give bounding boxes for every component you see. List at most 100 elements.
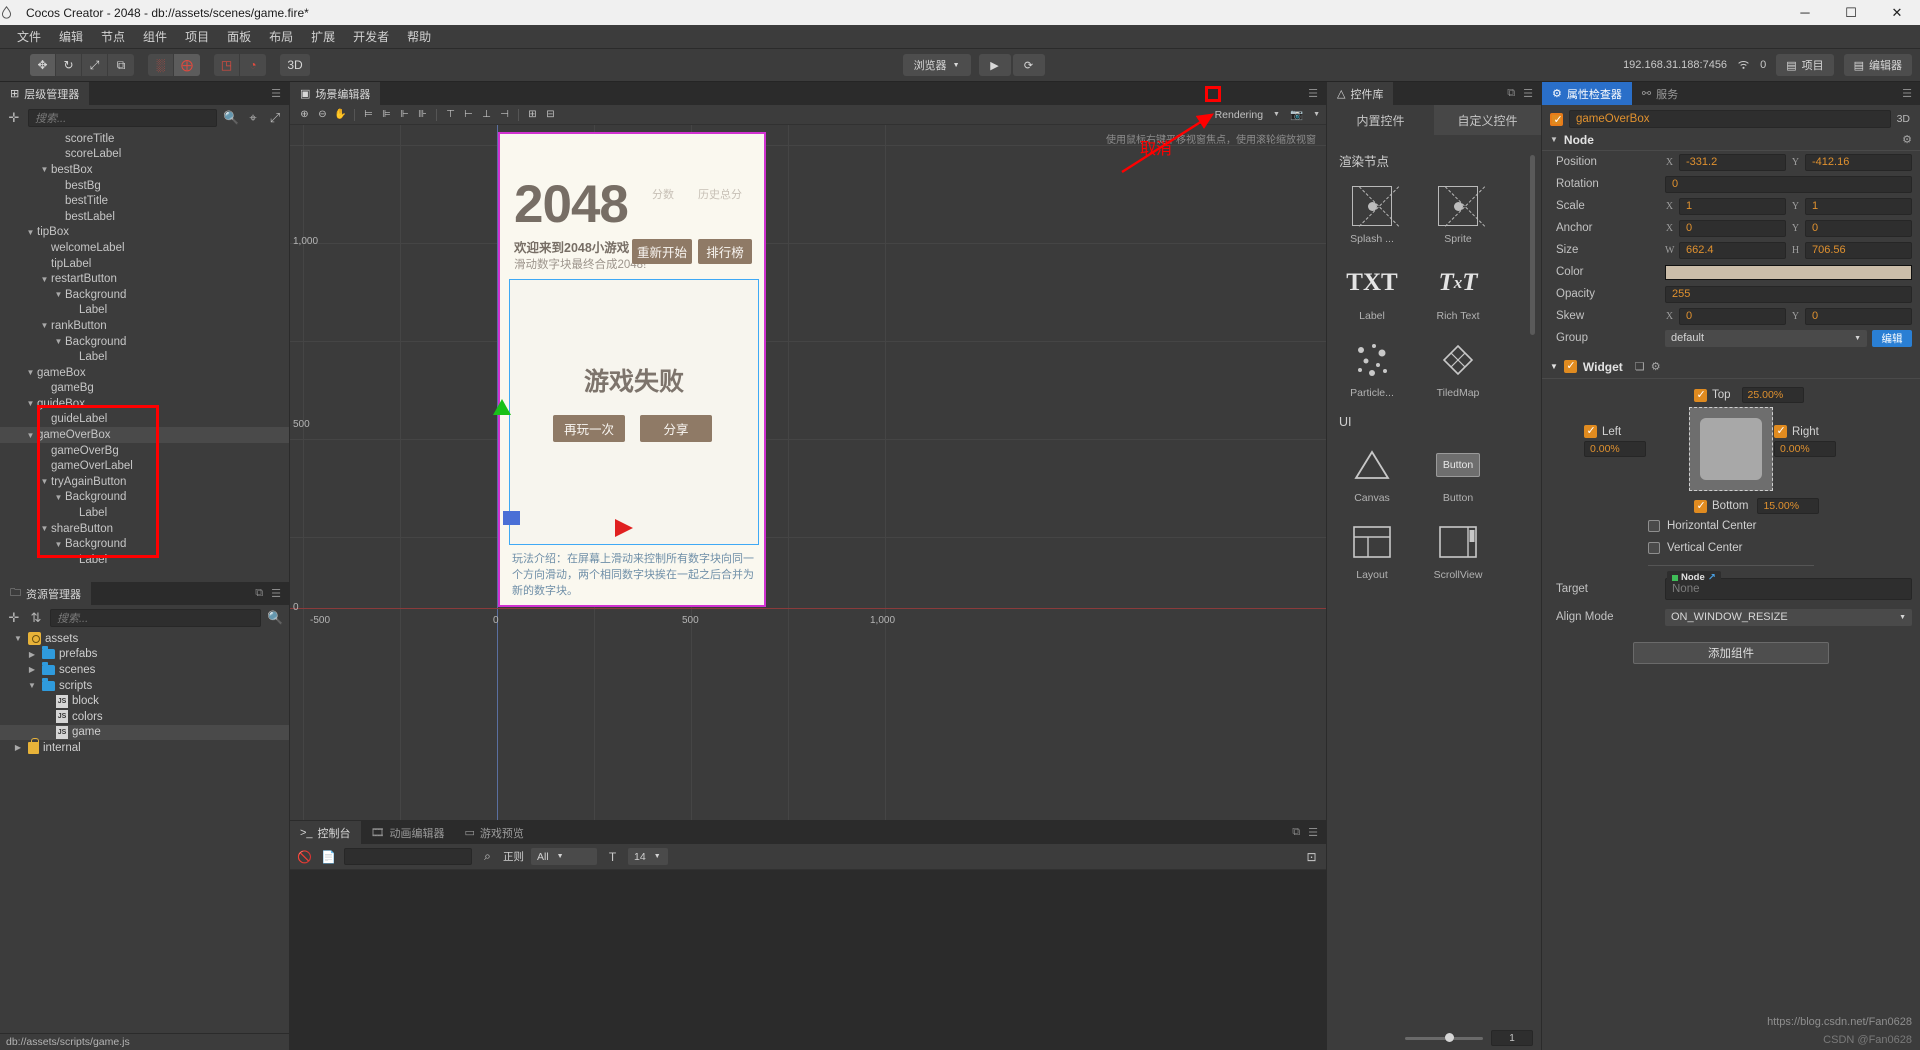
asset-item-assets[interactable]: ▼ assets (0, 631, 289, 647)
rank-button[interactable]: 排行榜 (698, 239, 752, 264)
game-board[interactable]: 游戏失败 再玩一次 分享 (509, 279, 759, 545)
library-item-particle[interactable]: Particle... (1339, 338, 1405, 399)
gear-icon[interactable]: ⚙ (1651, 360, 1661, 373)
rendering-label[interactable]: Rendering (1215, 109, 1263, 121)
widget-enabled-checkbox[interactable] (1563, 359, 1577, 373)
chevron-down-icon[interactable]: ▼ (52, 337, 65, 346)
play-button[interactable]: ▶ (978, 54, 1011, 76)
hamburger-icon[interactable]: ☰ (271, 87, 281, 100)
rect-tool-icon[interactable]: ⧉ (108, 54, 134, 76)
snap-v-icon[interactable]: ⊟ (542, 107, 559, 123)
library-item-splash[interactable]: Splash ... (1339, 184, 1405, 245)
group-edit-button[interactable]: 编辑 (1872, 329, 1912, 347)
chevron-down-icon[interactable]: ▼ (24, 368, 37, 377)
assets-tree[interactable]: ▼ assets ▶ prefabs ▶ scenes ▼ scripts JS block JS c… (0, 631, 289, 1033)
minimize-button[interactable]: ─ (1782, 0, 1828, 25)
scale-x-input[interactable]: 1 (1679, 197, 1786, 215)
asset-item-internal[interactable]: ▶ internal (0, 737, 289, 756)
chevron-down-icon[interactable]: ▼ (24, 431, 37, 440)
tab-builtin-widgets[interactable]: 内置控件 (1327, 105, 1434, 135)
hierarchy-node-background[interactable]: ▼ Background (0, 490, 289, 506)
project-button[interactable]: ▤ 项目 (1776, 54, 1834, 76)
library-scrollbar[interactable] (1530, 155, 1535, 335)
hierarchy-node-bestlabel[interactable]: bestLabel (0, 209, 289, 225)
widget-vertical-center-row[interactable]: Vertical Center (1542, 537, 1920, 559)
distribute-v-icon[interactable]: ⊣ (496, 107, 513, 123)
chevron-down-icon[interactable]: ▼ (38, 165, 51, 174)
asset-item-prefabs[interactable]: ▶ prefabs (0, 646, 289, 663)
widget-top-checkbox[interactable] (1694, 388, 1707, 402)
move-right-handle[interactable] (615, 519, 633, 537)
align-mode-select[interactable]: ON_WINDOW_RESIZE ▼ (1665, 608, 1912, 626)
align-center-v-icon[interactable]: ⊢ (460, 107, 477, 123)
hamburger-icon[interactable]: ☰ (271, 587, 281, 600)
add-component-button[interactable]: 添加组件 (1633, 642, 1829, 664)
menu-item-file[interactable]: 文件 (8, 25, 50, 49)
library-item-label[interactable]: TXT Label (1339, 261, 1405, 322)
hierarchy-node-gamebox[interactable]: ▼ gameBox (0, 365, 289, 381)
menu-item-developer[interactable]: 开发者 (344, 25, 398, 49)
position-y-input[interactable]: -412.16 (1805, 153, 1912, 171)
tab-game-preview[interactable]: ▭ 游戏预览 (454, 821, 534, 844)
preview-target-select[interactable]: 浏览器 ▼ (902, 54, 971, 76)
node-name-field[interactable]: gameOverBox (1569, 110, 1891, 128)
group-select[interactable]: default ▼ (1665, 329, 1867, 347)
widget-right-input[interactable]: 0.00% (1774, 441, 1836, 457)
hierarchy-node-scoretitle[interactable]: scoreTitle (0, 131, 289, 147)
hierarchy-node-gameoverbox[interactable]: ▼ gameOverBox (0, 427, 289, 443)
anchor-x-input[interactable]: 0 (1679, 219, 1786, 237)
menu-item-edit[interactable]: 编辑 (50, 25, 92, 49)
hierarchy-node-gameoverlabel[interactable]: gameOverLabel (0, 458, 289, 474)
tab-widget-library[interactable]: △ 控件库 (1327, 82, 1394, 105)
regex-icon[interactable]: ⌕ (479, 848, 496, 865)
dock-icon[interactable]: ⧉ (1292, 826, 1300, 839)
chevron-right-icon[interactable]: ▶ (12, 743, 24, 752)
assets-search-input[interactable]: 搜索... (50, 609, 261, 627)
widget-bottom-input[interactable]: 15.00% (1757, 498, 1820, 514)
size-width-input[interactable]: 662.4 (1679, 241, 1786, 259)
zoom-out-icon[interactable]: ⊖ (314, 107, 331, 123)
hierarchy-node-rankbutton[interactable]: ▼ rankButton (0, 318, 289, 334)
library-item-button[interactable]: Button Button (1425, 443, 1491, 504)
close-button[interactable]: ✕ (1874, 0, 1920, 25)
move-tool-icon[interactable]: ✥ (30, 54, 56, 76)
widget-right-checkbox[interactable] (1774, 424, 1787, 438)
maximize-button[interactable]: ☐ (1828, 0, 1874, 25)
tab-inspector[interactable]: ⚙ 属性检查器 (1542, 82, 1632, 105)
tab-animation-editor[interactable]: 🎞 动画编辑器 (360, 821, 455, 844)
menu-item-panel[interactable]: 面板 (218, 25, 260, 49)
chevron-right-icon[interactable]: ▶ (26, 665, 38, 674)
camera-icon[interactable]: 📷 (1290, 108, 1303, 121)
chevron-down-icon[interactable]: ▼ (52, 540, 65, 549)
skew-y-input[interactable]: 0 (1805, 307, 1912, 325)
node-section-header[interactable]: ▼ Node ⚙ (1542, 129, 1920, 151)
position-x-input[interactable]: -331.2 (1679, 153, 1786, 171)
asset-item-colors[interactable]: JS colors (0, 709, 289, 725)
dock-icon[interactable]: ⧉ (1507, 87, 1515, 100)
hierarchy-node-bestbg[interactable]: bestBg (0, 178, 289, 194)
chevron-right-icon[interactable]: ▶ (26, 650, 38, 659)
vertical-center-checkbox[interactable] (1648, 542, 1660, 554)
asset-item-game[interactable]: JS game (0, 724, 289, 741)
chevron-down-icon[interactable]: ▼ (12, 634, 24, 643)
menu-item-component[interactable]: 组件 (134, 25, 176, 49)
tab-custom-widgets[interactable]: 自定义控件 (1434, 105, 1541, 135)
hand-icon[interactable]: ✋ (332, 107, 349, 123)
console-search-input[interactable] (344, 848, 472, 865)
hierarchy-node-label[interactable]: Label (0, 505, 289, 521)
file-icon[interactable]: 📄 (320, 848, 337, 865)
copy-icon[interactable]: ❏ (1635, 360, 1645, 373)
tab-assets[interactable]: 🗀 资源管理器 (0, 582, 91, 605)
hamburger-icon[interactable]: ☰ (1902, 87, 1912, 100)
move-xy-handle[interactable] (503, 511, 520, 525)
plus-icon[interactable]: ✛ (6, 610, 22, 626)
rotate-tool-icon[interactable]: ↻ (56, 54, 82, 76)
hierarchy-node-scorelabel[interactable]: scoreLabel (0, 147, 289, 163)
plus-icon[interactable]: ✛ (6, 110, 22, 126)
hierarchy-tree[interactable]: scoreTitle scoreLabel ▼ bestBox bestBg bestTi… (0, 131, 289, 582)
library-item-scrollview[interactable]: ScrollView (1425, 520, 1491, 581)
asset-item-block[interactable]: JS block (0, 693, 289, 709)
hierarchy-node-besttitle[interactable]: bestTitle (0, 193, 289, 209)
zoom-slider-knob[interactable] (1445, 1033, 1454, 1042)
hierarchy-node-gameoverbg[interactable]: gameOverBg (0, 443, 289, 459)
